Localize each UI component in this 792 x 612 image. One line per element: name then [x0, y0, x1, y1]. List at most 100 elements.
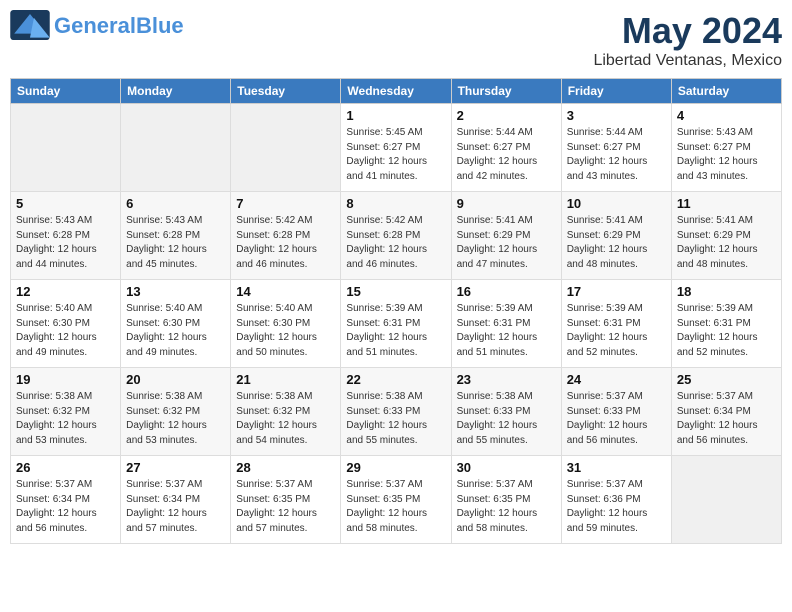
- day-number: 21: [236, 372, 335, 387]
- calendar-day-cell: 13 Sunrise: 5:40 AMSunset: 6:30 PMDayligh…: [121, 280, 231, 368]
- day-number: 4: [677, 108, 776, 123]
- calendar-day-cell: 22Sunrise: 5:38 AMSunset: 6:33 PMDayligh…: [341, 368, 451, 456]
- day-info: Sunrise: 5:43 AMSunset: 6:28 PMDaylight:…: [126, 214, 225, 272]
- day-info: Sunrise: 5:39 AMSunset: 6:31 PMDaylight:…: [346, 302, 445, 360]
- weekday-header-wednesday: Wednesday: [341, 79, 451, 104]
- calendar-day-cell: 17 Sunrise: 5:39 AMSunset: 6:31 PMDayligh…: [561, 280, 671, 368]
- day-info: Sunrise: 5:45 AMSunset: 6:27 PMDaylight:…: [346, 126, 445, 184]
- calendar-day-cell: 4Sunrise: 5:43 AMSunset: 6:27 PMDaylight…: [671, 104, 781, 192]
- day-number: 22: [346, 372, 445, 387]
- day-info: Sunrise: 5:44 AMSunset: 6:27 PMDaylight:…: [457, 126, 556, 184]
- calendar-week-row: 1Sunrise: 5:45 AMSunset: 6:27 PMDaylight…: [11, 104, 782, 192]
- day-number: 31: [567, 460, 666, 475]
- calendar-day-cell: 5 Sunrise: 5:43 AMSunset: 6:28 PMDaylight…: [11, 192, 121, 280]
- calendar-day-cell: [11, 104, 121, 192]
- day-number: 13: [126, 284, 225, 299]
- weekday-header-monday: Monday: [121, 79, 231, 104]
- calendar-day-cell: 3Sunrise: 5:44 AMSunset: 6:27 PMDaylight…: [561, 104, 671, 192]
- title-block: May 2024 Libertad Ventanas, Mexico: [593, 10, 782, 70]
- day-number: 18: [677, 284, 776, 299]
- day-number: 3: [567, 108, 666, 123]
- calendar-day-cell: 29 Sunrise: 5:37 AMSunset: 6:35 PMDayligh…: [341, 456, 451, 544]
- day-info: Sunrise: 5:43 AMSunset: 6:28 PMDaylight:…: [16, 214, 115, 272]
- calendar-day-cell: 18 Sunrise: 5:39 AMSunset: 6:31 PMDayligh…: [671, 280, 781, 368]
- day-info: Sunrise: 5:42 AMSunset: 6:28 PMDaylight:…: [236, 214, 335, 272]
- day-info: Sunrise: 5:37 AMSunset: 6:34 PMDaylight:…: [126, 478, 225, 536]
- day-info: Sunrise: 5:38 AMSunset: 6:32 PMDaylight:…: [236, 390, 335, 448]
- calendar-day-cell: 25 Sunrise: 5:37 AMSunset: 6:34 PMDayligh…: [671, 368, 781, 456]
- logo-icon: [10, 10, 50, 40]
- calendar-day-cell: [671, 456, 781, 544]
- calendar-day-cell: 28 Sunrise: 5:37 AMSunset: 6:35 PMDayligh…: [231, 456, 341, 544]
- day-info: Sunrise: 5:40 AMSunset: 6:30 PMDaylight:…: [236, 302, 335, 360]
- day-number: 19: [16, 372, 115, 387]
- calendar-day-cell: 1Sunrise: 5:45 AMSunset: 6:27 PMDaylight…: [341, 104, 451, 192]
- calendar-day-cell: 9 Sunrise: 5:41 AMSunset: 6:29 PMDaylight…: [451, 192, 561, 280]
- calendar-day-cell: 31 Sunrise: 5:37 AMSunset: 6:36 PMDayligh…: [561, 456, 671, 544]
- calendar-day-cell: 27 Sunrise: 5:37 AMSunset: 6:34 PMDayligh…: [121, 456, 231, 544]
- calendar-week-row: 26 Sunrise: 5:37 AMSunset: 6:34 PMDayligh…: [11, 456, 782, 544]
- day-info: Sunrise: 5:37 AMSunset: 6:35 PMDaylight:…: [236, 478, 335, 536]
- calendar-week-row: 19 Sunrise: 5:38 AMSunset: 6:32 PMDayligh…: [11, 368, 782, 456]
- day-number: 10: [567, 196, 666, 211]
- weekday-header-tuesday: Tuesday: [231, 79, 341, 104]
- day-info: Sunrise: 5:41 AMSunset: 6:29 PMDaylight:…: [567, 214, 666, 272]
- day-number: 28: [236, 460, 335, 475]
- month-title: May 2024: [593, 10, 782, 52]
- day-number: 2: [457, 108, 556, 123]
- day-number: 15: [346, 284, 445, 299]
- calendar-day-cell: 21 Sunrise: 5:38 AMSunset: 6:32 PMDayligh…: [231, 368, 341, 456]
- day-info: Sunrise: 5:37 AMSunset: 6:34 PMDaylight:…: [677, 390, 776, 448]
- day-info: Sunrise: 5:38 AMSunset: 6:33 PMDaylight:…: [457, 390, 556, 448]
- day-info: Sunrise: 5:39 AMSunset: 6:31 PMDaylight:…: [567, 302, 666, 360]
- calendar-day-cell: 6Sunrise: 5:43 AMSunset: 6:28 PMDaylight…: [121, 192, 231, 280]
- day-number: 27: [126, 460, 225, 475]
- calendar-day-cell: 24Sunrise: 5:37 AMSunset: 6:33 PMDayligh…: [561, 368, 671, 456]
- day-info: Sunrise: 5:37 AMSunset: 6:35 PMDaylight:…: [346, 478, 445, 536]
- day-number: 5: [16, 196, 115, 211]
- day-number: 11: [677, 196, 776, 211]
- day-info: Sunrise: 5:40 AMSunset: 6:30 PMDaylight:…: [126, 302, 225, 360]
- day-info: Sunrise: 5:37 AMSunset: 6:34 PMDaylight:…: [16, 478, 115, 536]
- calendar-day-cell: 20 Sunrise: 5:38 AMSunset: 6:32 PMDayligh…: [121, 368, 231, 456]
- calendar-day-cell: 16Sunrise: 5:39 AMSunset: 6:31 PMDayligh…: [451, 280, 561, 368]
- day-number: 25: [677, 372, 776, 387]
- day-number: 7: [236, 196, 335, 211]
- day-number: 24: [567, 372, 666, 387]
- calendar-day-cell: 15 Sunrise: 5:39 AMSunset: 6:31 PMDayligh…: [341, 280, 451, 368]
- weekday-header-friday: Friday: [561, 79, 671, 104]
- day-info: Sunrise: 5:41 AMSunset: 6:29 PMDaylight:…: [677, 214, 776, 272]
- day-info: Sunrise: 5:37 AMSunset: 6:36 PMDaylight:…: [567, 478, 666, 536]
- calendar-day-cell: 23 Sunrise: 5:38 AMSunset: 6:33 PMDayligh…: [451, 368, 561, 456]
- calendar-day-cell: 26 Sunrise: 5:37 AMSunset: 6:34 PMDayligh…: [11, 456, 121, 544]
- calendar-day-cell: 12Sunrise: 5:40 AMSunset: 6:30 PMDayligh…: [11, 280, 121, 368]
- day-number: 14: [236, 284, 335, 299]
- logo-text: GeneralBlue: [54, 15, 184, 37]
- day-info: Sunrise: 5:38 AMSunset: 6:32 PMDaylight:…: [126, 390, 225, 448]
- day-number: 9: [457, 196, 556, 211]
- day-number: 26: [16, 460, 115, 475]
- calendar-day-cell: [231, 104, 341, 192]
- day-info: Sunrise: 5:37 AMSunset: 6:35 PMDaylight:…: [457, 478, 556, 536]
- day-number: 12: [16, 284, 115, 299]
- day-info: Sunrise: 5:42 AMSunset: 6:28 PMDaylight:…: [346, 214, 445, 272]
- day-info: Sunrise: 5:41 AMSunset: 6:29 PMDaylight:…: [457, 214, 556, 272]
- weekday-header-row: SundayMondayTuesdayWednesdayThursdayFrid…: [11, 79, 782, 104]
- calendar-day-cell: 2 Sunrise: 5:44 AMSunset: 6:27 PMDaylight…: [451, 104, 561, 192]
- weekday-header-saturday: Saturday: [671, 79, 781, 104]
- day-number: 23: [457, 372, 556, 387]
- calendar-day-cell: [121, 104, 231, 192]
- day-number: 29: [346, 460, 445, 475]
- calendar-day-cell: 7 Sunrise: 5:42 AMSunset: 6:28 PMDaylight…: [231, 192, 341, 280]
- day-number: 16: [457, 284, 556, 299]
- calendar-week-row: 12 Sunrise: 5:40 AMSunset: 6:30 PMDayligh…: [11, 280, 782, 368]
- day-number: 8: [346, 196, 445, 211]
- day-info: Sunrise: 5:39 AMSunset: 6:31 PMDaylight:…: [677, 302, 776, 360]
- weekday-header-sunday: Sunday: [11, 79, 121, 104]
- day-number: 17: [567, 284, 666, 299]
- logo: GeneralBlue: [10, 10, 184, 42]
- calendar-day-cell: 14 Sunrise: 5:40 AMSunset: 6:30 PMDayligh…: [231, 280, 341, 368]
- weekday-header-thursday: Thursday: [451, 79, 561, 104]
- calendar-week-row: 5 Sunrise: 5:43 AMSunset: 6:28 PMDaylight…: [11, 192, 782, 280]
- day-number: 20: [126, 372, 225, 387]
